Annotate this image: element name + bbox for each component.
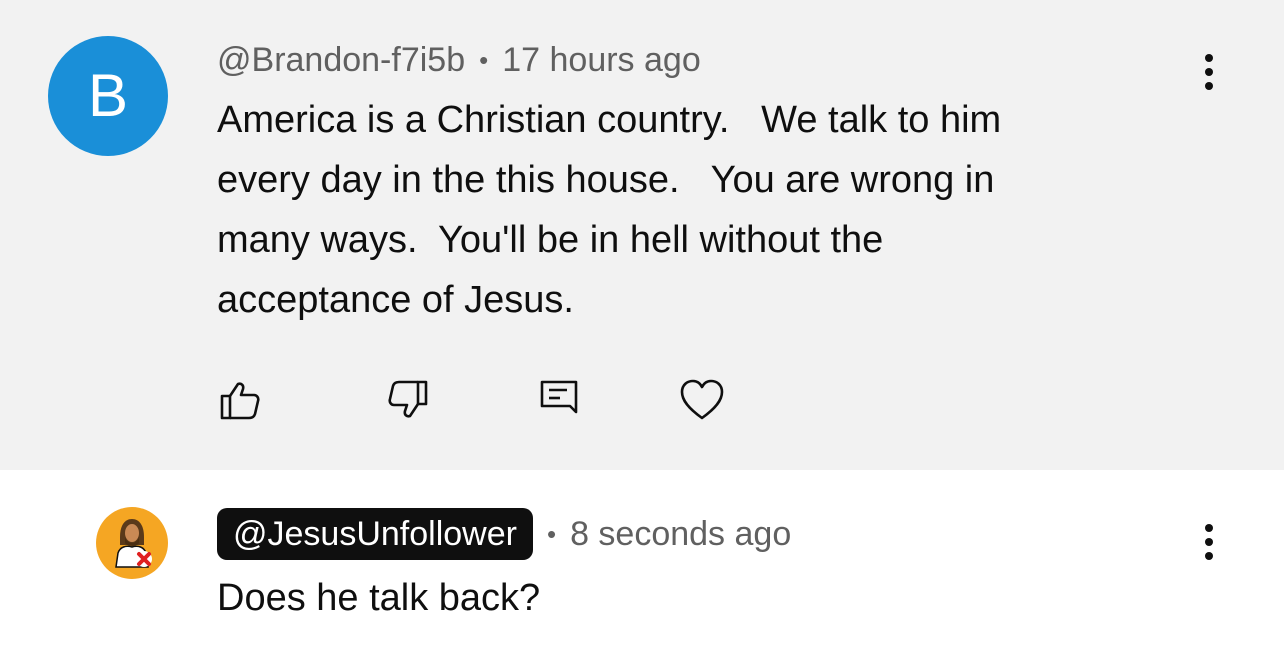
comment-timestamp[interactable]: 8 seconds ago: [570, 515, 791, 554]
more-vertical-icon[interactable]: [1194, 50, 1224, 94]
comment-text-line: America is a Christian country. We talk …: [217, 99, 1002, 141]
creator-author-badge[interactable]: @JesusUnfollower: [217, 508, 533, 560]
more-vertical-icon[interactable]: [1194, 520, 1224, 564]
avatar[interactable]: [96, 507, 168, 579]
thumbs-down-icon[interactable]: [384, 376, 432, 424]
comment-text-line: Does he talk back?: [217, 577, 541, 619]
avatar-letter: B: [87, 62, 129, 129]
meta-separator: •: [479, 44, 489, 75]
comment-author[interactable]: @Brandon-f7i5b: [217, 41, 465, 80]
comment-text-line: every day in the this house. You are wro…: [217, 159, 995, 201]
comment-thread-item: B @Brandon-f7i5b • 17 hours ago America …: [0, 0, 1284, 470]
comment-meta: @JesusUnfollower • 8 seconds ago: [217, 508, 791, 560]
comment-timestamp[interactable]: 17 hours ago: [502, 41, 701, 80]
comment-thread-item: @JesusUnfollower • 8 seconds ago Does he…: [0, 470, 1284, 649]
comment-text: America is a Christian country. We talk …: [217, 90, 1167, 330]
reply-icon[interactable]: [536, 376, 584, 424]
comment-text: Does he talk back?: [217, 568, 1167, 628]
meta-separator: •: [546, 518, 557, 549]
comment-text-line: many ways. You'll be in hell without the: [217, 219, 884, 261]
avatar[interactable]: B: [48, 36, 168, 156]
comment-text-line: acceptance of Jesus.: [217, 279, 574, 321]
comment-meta: @Brandon-f7i5b • 17 hours ago: [217, 38, 701, 82]
heart-icon[interactable]: [678, 376, 726, 424]
thumbs-up-icon[interactable]: [216, 376, 264, 424]
